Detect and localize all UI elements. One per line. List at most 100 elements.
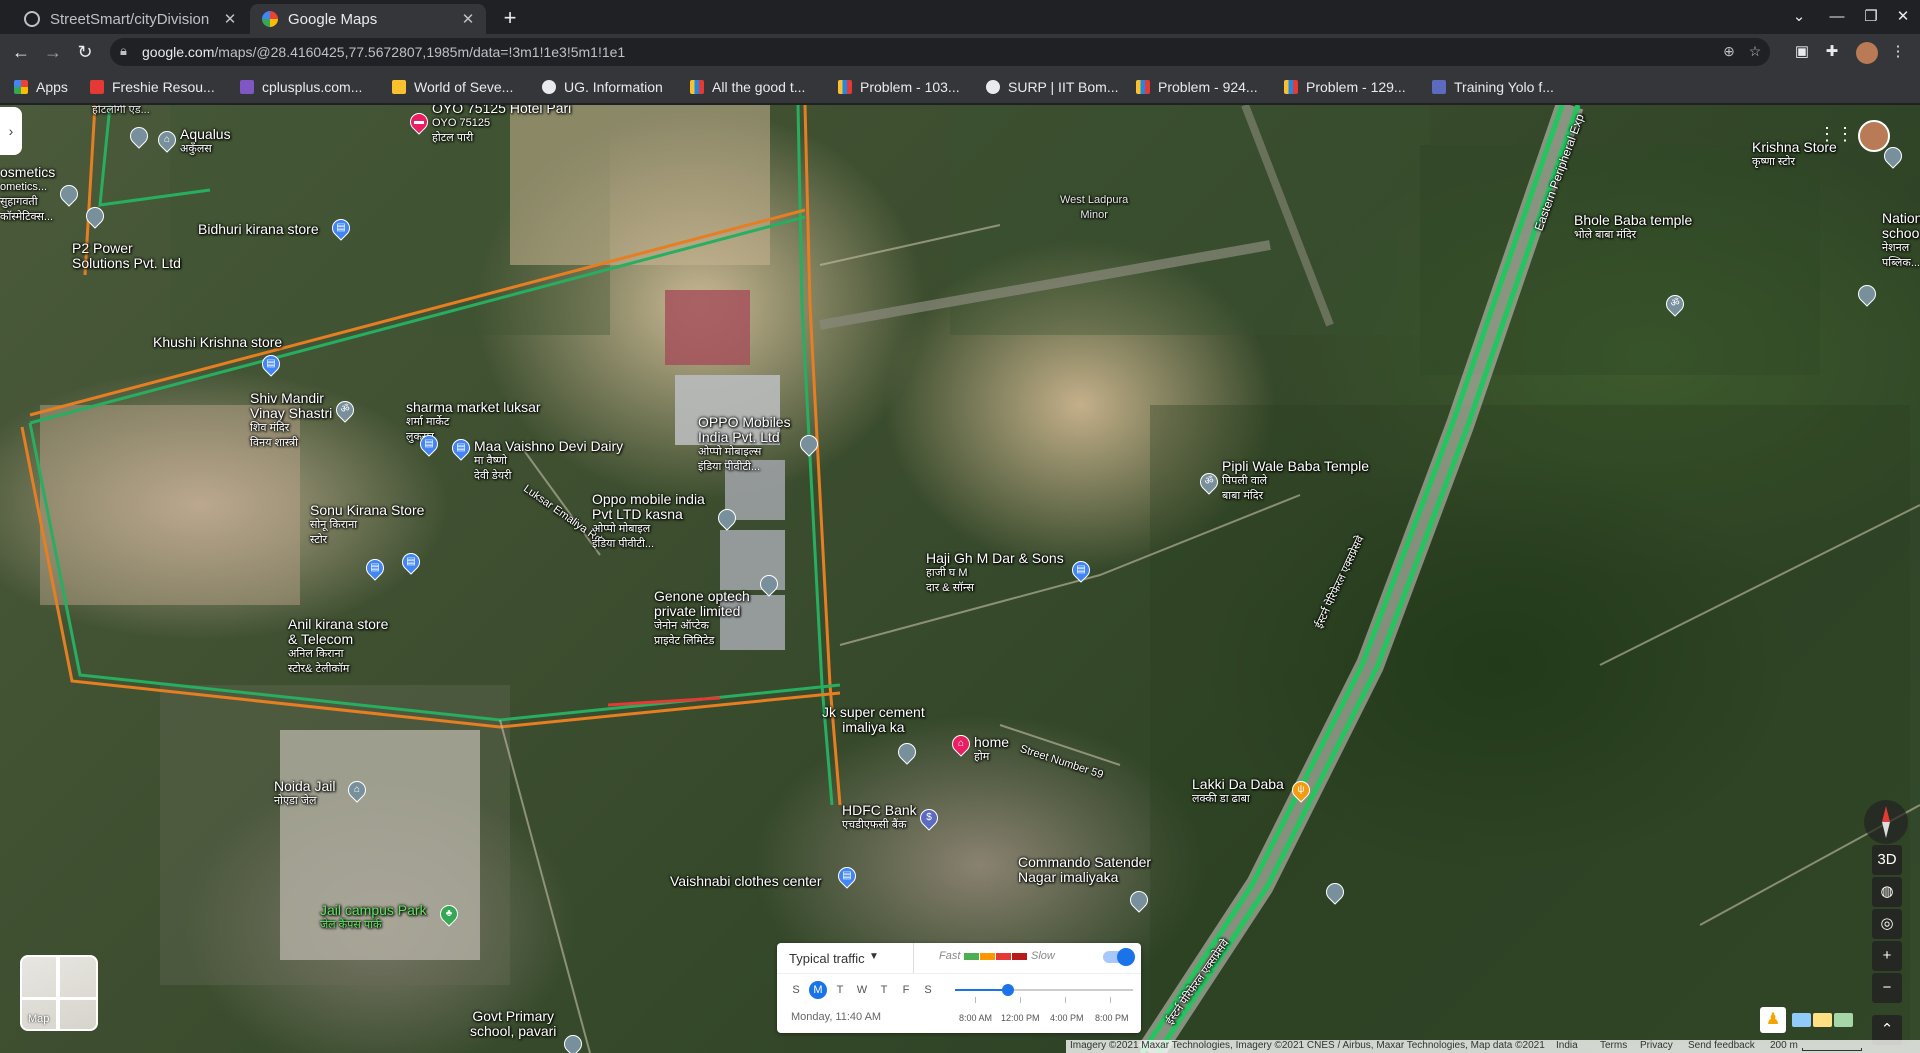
- bookmark-item[interactable]: SURP | IIT Bom...: [986, 76, 1118, 98]
- time-slider-knob[interactable]: [1002, 984, 1014, 996]
- traffic-layer-icon[interactable]: [1813, 1013, 1832, 1027]
- place-pin-icon[interactable]: [126, 123, 152, 149]
- place-pin-icon[interactable]: [1126, 887, 1152, 913]
- bookmark-item[interactable]: Problem - 924...: [1136, 76, 1258, 98]
- restaurant-pin-icon[interactable]: ψ: [1288, 777, 1314, 803]
- tab-streetsmart[interactable]: StreetSmart/cityDivision ✕: [12, 4, 248, 34]
- place-home[interactable]: home होम: [974, 735, 1009, 765]
- day-friday[interactable]: F: [897, 981, 915, 999]
- bookmark-item[interactable]: cplusplus.com...: [240, 76, 362, 98]
- place-sonu[interactable]: Sonu Kirana Store सोनू किराना स्टोर: [310, 503, 424, 548]
- place-krishna[interactable]: Krishna Store कृष्णा स्टोर: [1752, 140, 1837, 170]
- place-bidhuri[interactable]: Bidhuri kirana store: [198, 222, 319, 237]
- place-anil[interactable]: Anil kirana store & Telecom अनिल किराना स्ट…: [288, 617, 388, 677]
- tab-google-maps[interactable]: Google Maps ✕: [250, 4, 486, 34]
- temple-pin-icon[interactable]: ॐ: [1662, 291, 1688, 317]
- bookmark-item[interactable]: World of Seve...: [392, 76, 513, 98]
- place-noida-jail[interactable]: Noida Jail नोएडा जेल: [274, 779, 335, 809]
- zoom-out-button[interactable]: −: [1872, 973, 1902, 1003]
- bookmark-apps[interactable]: Apps: [14, 76, 68, 98]
- place-pin-icon[interactable]: [82, 203, 108, 229]
- place-bhole[interactable]: Bhole Baba temple भोले बाबा मंदिर: [1574, 213, 1692, 243]
- place-hdfc[interactable]: HDFC Bank एचडीएफसी बैंक: [842, 803, 917, 833]
- chevron-down-icon[interactable]: ▼: [869, 951, 879, 962]
- bookmark-item[interactable]: Training Yolo f...: [1432, 76, 1554, 98]
- globe-view-icon[interactable]: ◍: [1872, 877, 1902, 907]
- place-haji[interactable]: Haji Gh M Dar & Sons हाजी घ M दार & सॉन्स: [926, 551, 1064, 596]
- bank-pin-icon[interactable]: $: [916, 805, 942, 831]
- traffic-toggle[interactable]: [1103, 948, 1135, 966]
- extension-icon[interactable]: ▣: [1792, 42, 1812, 62]
- bookmark-star-icon[interactable]: ☆: [1746, 43, 1764, 61]
- shopping-pin-icon[interactable]: ▤: [448, 435, 474, 461]
- footer-feedback-link[interactable]: Send feedback: [1688, 1040, 1755, 1051]
- place-oyo[interactable]: OYO 75125 Hotel Pari OYO 75125 होटल पारी: [432, 105, 571, 146]
- place-national[interactable]: Nation schoo नेशनल पब्लिक...: [1882, 211, 1920, 271]
- home-pin-icon[interactable]: ⌂: [948, 731, 974, 757]
- profile-avatar[interactable]: [1856, 42, 1878, 64]
- place-genone[interactable]: Genone optech private limited जेनोन ऑप्टेक…: [654, 589, 750, 649]
- transit-layer-icon[interactable]: [1792, 1013, 1811, 1027]
- bookmark-item[interactable]: Problem - 103...: [838, 76, 960, 98]
- place-cosmetics[interactable]: osmetics ometics... सुहागवती कॉस्मेटिक्स...: [0, 165, 55, 225]
- new-tab-button[interactable]: +: [496, 4, 524, 32]
- satellite-map[interactable]: › ⋮⋮ ▬ OYO 75125 Hotel Pari OYO 75125 होटल…: [0, 105, 1920, 1053]
- menu-kebab-icon[interactable]: ⋮: [1888, 42, 1908, 62]
- footer-india-link[interactable]: India: [1556, 1040, 1578, 1051]
- day-thursday[interactable]: T: [875, 981, 893, 999]
- tab-search-icon[interactable]: ⌄: [1784, 4, 1814, 30]
- place-maa-vaishno[interactable]: Maa Vaishno Devi Dairy मा वैष्णो देवी डेयर…: [474, 439, 623, 484]
- forward-button[interactable]: →: [40, 39, 66, 65]
- place-oppo-mobiles[interactable]: OPPO Mobiles India Pvt. Ltd ओप्पो मोबाइल्स…: [698, 415, 791, 475]
- place-lakki[interactable]: Lakki Da Daba लक्की डा ढाबा: [1192, 777, 1284, 807]
- reload-button[interactable]: ↻: [72, 39, 98, 65]
- place-khushi[interactable]: Khushi Krishna store: [153, 335, 282, 350]
- place-oppo-kasna[interactable]: Oppo mobile india Pvt LTD kasna ओप्पो मोबा…: [592, 492, 705, 552]
- my-location-icon[interactable]: ◎: [1872, 909, 1902, 939]
- shop-pin-icon[interactable]: [56, 181, 82, 207]
- day-saturday[interactable]: S: [919, 981, 937, 999]
- park-pin-icon[interactable]: ♣: [436, 901, 462, 927]
- place-pin-icon[interactable]: [1880, 143, 1906, 169]
- temple-pin-icon[interactable]: ॐ: [332, 397, 358, 423]
- place-jk-cement[interactable]: Jk super cement imaliya ka: [822, 705, 925, 735]
- day-wednesday[interactable]: W: [853, 981, 871, 999]
- place-pin-icon[interactable]: [1322, 879, 1348, 905]
- extensions-puzzle-icon[interactable]: ✚: [1822, 42, 1842, 62]
- place-pin-icon[interactable]: [756, 571, 782, 597]
- map-layer-toggle[interactable]: Map: [20, 955, 98, 1031]
- compass-control[interactable]: [1864, 800, 1908, 844]
- shopping-pin-icon[interactable]: ▤: [1068, 557, 1094, 583]
- temple-pin-icon[interactable]: ॐ: [1196, 469, 1222, 495]
- hotel-pin-icon[interactable]: ▬: [406, 109, 432, 135]
- shopping-pin-icon[interactable]: ▤: [416, 431, 442, 457]
- place-p2power[interactable]: P2 Power Solutions Pvt. Ltd: [72, 241, 181, 271]
- restore-button[interactable]: ❐: [1856, 4, 1886, 30]
- bookmark-item[interactable]: Freshie Resou...: [90, 76, 215, 98]
- tilt-3d-button[interactable]: 3D: [1872, 845, 1902, 875]
- zoom-in-button[interactable]: +: [1872, 941, 1902, 971]
- place-shiv-mandir[interactable]: Shiv Mandir Vinay Shastri शिव मंदिर विनय शा…: [250, 391, 332, 451]
- place-pipli[interactable]: Pipli Wale Baba Temple पिपली वाले बाबा मंद…: [1222, 459, 1369, 504]
- install-app-icon[interactable]: ⊕: [1720, 43, 1738, 61]
- shopping-pin-icon[interactable]: ▤: [362, 555, 388, 581]
- day-sunday[interactable]: S: [787, 981, 805, 999]
- footer-privacy-link[interactable]: Privacy: [1640, 1040, 1673, 1051]
- place-pin-icon[interactable]: [714, 505, 740, 531]
- footer-terms-link[interactable]: Terms: [1600, 1040, 1627, 1051]
- terrain-layer-icon[interactable]: [1834, 1013, 1853, 1027]
- bookmark-item[interactable]: Problem - 129...: [1284, 76, 1406, 98]
- landmark-pin-icon[interactable]: ⌂: [344, 777, 370, 803]
- close-tab-icon[interactable]: ✕: [218, 10, 242, 28]
- mini-layer-buttons[interactable]: [1792, 1007, 1854, 1033]
- close-tab-icon[interactable]: ✕: [456, 10, 480, 28]
- address-bar[interactable]: 🔒︎ google.com/maps/@28.4160425,77.567280…: [110, 38, 1770, 66]
- place-hotel-top[interactable]: होटलोगी एंड...: [92, 105, 150, 118]
- day-tuesday[interactable]: T: [831, 981, 849, 999]
- shopping-pin-icon[interactable]: ▤: [258, 351, 284, 377]
- shopping-pin-icon[interactable]: ▤: [328, 215, 354, 241]
- school-pin-icon[interactable]: [1854, 281, 1880, 307]
- street-view-pegman-icon[interactable]: ♟: [1760, 1007, 1786, 1033]
- place-vaishnabi[interactable]: Vaishnabi clothes center: [670, 874, 822, 889]
- place-jail-park[interactable]: Jail campus Park जेल कैंपस पार्क: [320, 903, 427, 933]
